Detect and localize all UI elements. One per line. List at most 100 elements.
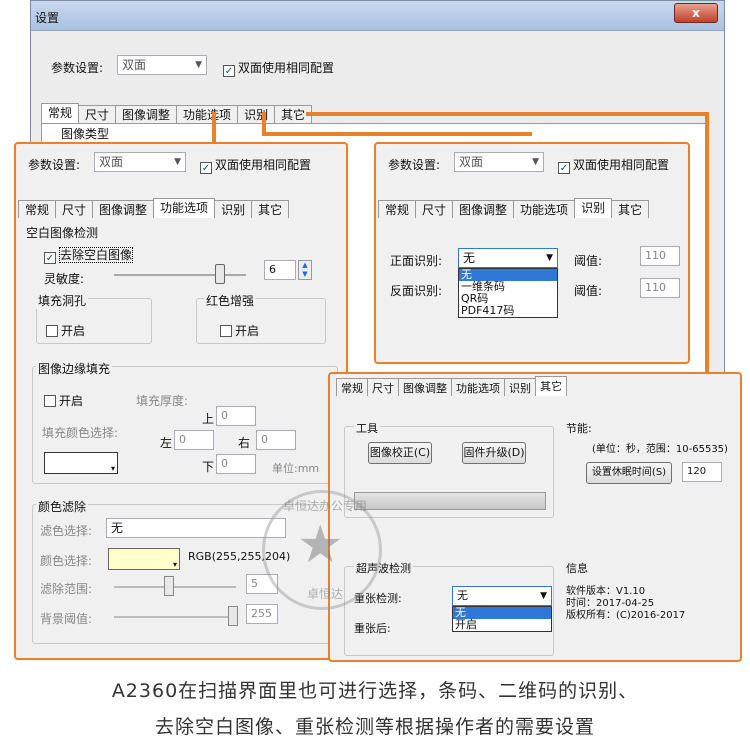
filter-color-swatch[interactable]: ▾ (108, 548, 180, 570)
params-label: 参数设置: (388, 158, 441, 172)
tab-size[interactable]: 尺寸 (78, 105, 117, 123)
connector-other (306, 112, 706, 116)
sleep-time-input[interactable]: 120 (682, 462, 722, 482)
bg-threshold-input[interactable]: 255 (246, 604, 278, 624)
params-combo-value: 双面 (459, 155, 484, 169)
chevron-down-icon: ▼ (174, 157, 181, 167)
stamp-text: 卓恒达办公专用 (282, 499, 367, 513)
option-on[interactable]: 开启 (453, 619, 551, 631)
tab-general[interactable]: 常规 (18, 200, 57, 218)
progress-bar (354, 492, 546, 510)
filter-range-slider[interactable] (164, 576, 174, 596)
edge-enable-checkbox[interactable]: 开启 (44, 392, 83, 409)
tab-function[interactable]: 功能选项 (513, 200, 576, 218)
duplex-same-checkbox[interactable]: ✓ 双面使用相同配置 (223, 59, 334, 77)
option-pdf417[interactable]: PDF417码 (459, 305, 557, 317)
tab-recognition[interactable]: 识别 (214, 200, 253, 218)
tab-other[interactable]: 其它 (535, 376, 567, 396)
red-group-title: 红色增强 (204, 292, 257, 309)
top-input[interactable]: 0 (216, 406, 256, 426)
tab-function[interactable]: 功能选项 (176, 105, 239, 123)
front-recognition-value: 无 (463, 251, 476, 265)
double-feed-combo[interactable]: 无 ▼ (452, 586, 552, 606)
tab-general[interactable]: 常规 (41, 103, 80, 123)
filter-range-track (114, 586, 236, 588)
front-recognition-combo[interactable]: 无 ▼ (458, 248, 558, 268)
tab-image-adjust[interactable]: 图像调整 (92, 200, 155, 218)
fill-color-picker[interactable]: ▾ (44, 452, 118, 474)
color-select-label: 颜色选择: (40, 554, 93, 568)
remove-blank-checkbox[interactable]: ✓ 去除空白图像 (44, 246, 134, 264)
copyright: 版权所有：(C)2016-2017 (566, 610, 686, 621)
check-icon: ✓ (223, 65, 235, 77)
sensitivity-input[interactable]: 6 (264, 260, 296, 280)
duplex-same-label: 双面使用相同配置 (238, 61, 335, 75)
tab-image-adjust[interactable]: 图像调整 (452, 200, 515, 218)
bg-threshold-label: 背景阈值: (40, 612, 93, 626)
tab-function[interactable]: 功能选项 (153, 198, 216, 218)
top-label: 上 (202, 412, 215, 426)
unit-label: 单位:mm (272, 462, 320, 475)
sensitivity-slider[interactable] (214, 264, 225, 284)
duplex-same-checkbox[interactable]: ✓ 双面使用相同配置 (200, 156, 311, 174)
tab-other[interactable]: 其它 (611, 200, 650, 218)
edge-group-title: 图像边缘填充 (36, 360, 113, 377)
bottom-input[interactable]: 0 (216, 454, 256, 474)
sensitivity-track (114, 274, 246, 276)
connector-recognition (262, 112, 266, 134)
tab-recognition[interactable]: 识别 (237, 105, 276, 123)
params-label: 参数设置: (51, 61, 104, 75)
info-label: 信息 (566, 562, 588, 575)
fill-thickness-label: 填充厚度: (136, 394, 189, 408)
tab-general[interactable]: 常规 (378, 200, 417, 218)
caption-line-1: A2360在扫描界面里也可进行选择，条码、二维码的识别、 (111, 680, 639, 702)
params-combo[interactable]: 双面 ▼ (94, 152, 186, 172)
threshold-input-2[interactable]: 110 (640, 278, 680, 298)
energy-hint: (单位：秒，范围：10-65535) (592, 444, 728, 455)
tab-size[interactable]: 尺寸 (415, 200, 454, 218)
close-button[interactable]: x (674, 3, 718, 23)
left-input[interactable]: 0 (174, 430, 214, 450)
tab-size[interactable]: 尺寸 (55, 200, 94, 218)
recognition-dropdown[interactable]: 无 一维条码 QR码 PDF417码 (458, 268, 558, 318)
tab-size[interactable]: 尺寸 (367, 378, 399, 396)
tab-image-adjust[interactable]: 图像调整 (115, 105, 178, 123)
energy-label: 节能: (566, 422, 592, 435)
calibrate-button[interactable]: 图像校正(C) (368, 442, 432, 464)
recognition-tabs: 常规 尺寸 图像调整 功能选项 识别 其它 (378, 198, 650, 218)
params-combo[interactable]: 双面 ▼ (454, 152, 544, 172)
edge-enable-label: 开启 (59, 394, 84, 408)
tab-recognition[interactable]: 识别 (574, 198, 613, 218)
threshold-input-1[interactable]: 110 (640, 246, 680, 266)
tab-other[interactable]: 其它 (251, 200, 290, 218)
tab-image-adjust[interactable]: 图像调整 (398, 378, 452, 396)
hole-enable-checkbox[interactable]: 开启 (46, 322, 85, 339)
sleep-time-button[interactable]: 设置休眠时间(S) (586, 462, 672, 484)
sensitivity-spinner[interactable]: ▲ ▼ (298, 260, 312, 280)
tab-function[interactable]: 功能选项 (451, 378, 505, 396)
hole-group-title: 填充洞孔 (36, 292, 89, 309)
title-bar: 设置 x (31, 1, 724, 31)
other-panel: 常规 尺寸 图像调整 功能选项 识别 其它 工具 图像校正(C) 固件升级(D)… (328, 372, 742, 662)
function-tabs: 常规 尺寸 图像调整 功能选项 识别 其它 (18, 198, 290, 218)
filter-select-label: 滤色选择: (40, 524, 93, 538)
filter-group-title: 颜色滤除 (36, 498, 89, 515)
params-combo-value: 双面 (99, 155, 124, 169)
params-combo[interactable]: 双面 ▼ (117, 55, 207, 75)
chevron-down-icon: ▾ (172, 560, 177, 569)
threshold-label-2: 阈值: (574, 284, 603, 298)
bg-threshold-slider[interactable] (228, 606, 238, 626)
tab-general[interactable]: 常规 (336, 378, 368, 396)
checkbox-icon (46, 325, 58, 337)
filter-select-combo[interactable]: 无 (106, 518, 286, 538)
tab-recognition[interactable]: 识别 (504, 378, 536, 396)
chevron-down-icon: ▼ (532, 157, 539, 167)
right-input[interactable]: 0 (256, 430, 296, 450)
main-tabs: 常规 尺寸 图像调整 功能选项 识别 其它 (41, 103, 313, 123)
left-label: 左 (160, 436, 173, 450)
firmware-button[interactable]: 固件升级(D) (462, 442, 526, 464)
duplex-same-checkbox[interactable]: ✓ 双面使用相同配置 (558, 156, 669, 174)
red-enable-checkbox[interactable]: 开启 (220, 322, 259, 339)
duplex-same-label: 双面使用相同配置 (215, 158, 312, 172)
double-feed-dropdown[interactable]: 无 开启 (452, 606, 552, 632)
